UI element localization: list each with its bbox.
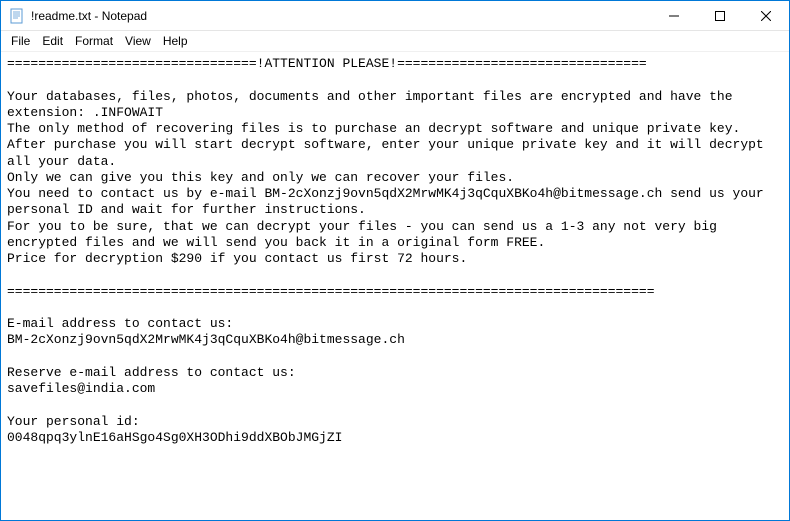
menu-format[interactable]: Format (69, 33, 119, 49)
menu-file[interactable]: File (5, 33, 36, 49)
menu-view[interactable]: View (119, 33, 157, 49)
menu-help[interactable]: Help (157, 33, 194, 49)
maximize-button[interactable] (697, 1, 743, 30)
notepad-window: !readme.txt - Notepad File Edit Format V… (0, 0, 790, 521)
window-controls (651, 1, 789, 30)
close-button[interactable] (743, 1, 789, 30)
minimize-button[interactable] (651, 1, 697, 30)
titlebar[interactable]: !readme.txt - Notepad (1, 1, 789, 31)
text-area[interactable]: ================================!ATTENTI… (1, 51, 789, 520)
menu-edit[interactable]: Edit (36, 33, 69, 49)
menubar: File Edit Format View Help (1, 31, 789, 51)
window-title: !readme.txt - Notepad (31, 9, 651, 23)
notepad-icon (9, 8, 25, 24)
